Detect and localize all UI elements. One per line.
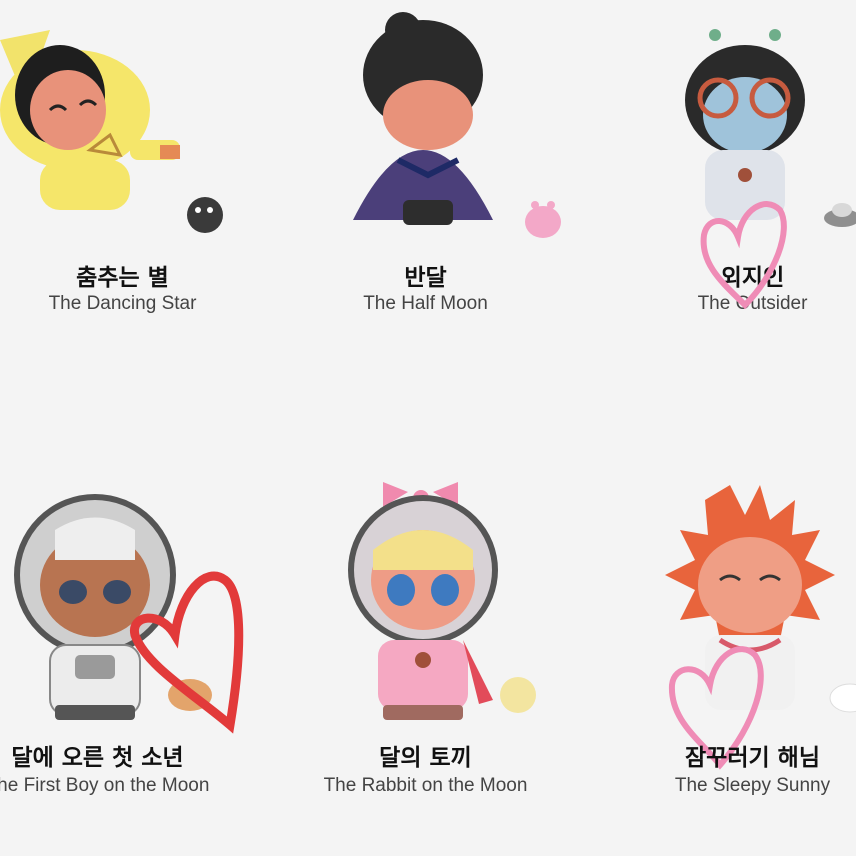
rabbit-astronaut-figure-icon (348, 482, 536, 720)
figure-name-english: The Sleepy Sunny (674, 775, 831, 796)
figure-card-half-moon[interactable]: 반달 The Half Moon (283, 0, 568, 380)
half-moon-figure-icon (353, 12, 561, 238)
figure-name-english: The Dancing Star (48, 293, 197, 314)
figure-card-dancing-star[interactable]: 춤추는 별 The Dancing Star (0, 0, 265, 380)
figure-name-korean: 잠꾸러기 해님 (685, 745, 820, 771)
figure-card-first-boy[interactable]: 달에 오른 첫 소년 The First Boy on the Moon (0, 420, 244, 800)
outsider-figure-icon (685, 29, 856, 227)
figure-name-korean: 달의 토끼 (379, 745, 472, 771)
figure-name-english: The Rabbit on the Moon (323, 775, 528, 796)
astronaut-boy-figure-icon (14, 494, 212, 720)
figure-name-korean: 외지인 (720, 265, 785, 291)
dancing-star-figure-icon (0, 30, 223, 233)
figure-name-english: The First Boy on the Moon (0, 775, 210, 796)
figure-name-korean: 반달 (404, 265, 447, 291)
figure-card-rabbit[interactable]: 달의 토끼 The Rabbit on the Moon (283, 420, 568, 800)
figure-card-sleepy-sunny[interactable]: 잠꾸러기 해님 The Sleepy Sunny (610, 420, 856, 800)
figure-name-korean: 춤추는 별 (76, 265, 169, 291)
figure-name-english: The Half Moon (363, 293, 488, 314)
sleepy-sun-figure-icon (665, 485, 856, 713)
figure-name-korean: 달에 오른 첫 소년 (11, 745, 184, 771)
figure-name-english: The Outsider (697, 293, 808, 314)
figure-card-outsider[interactable]: 외지인 The Outsider (610, 0, 856, 380)
